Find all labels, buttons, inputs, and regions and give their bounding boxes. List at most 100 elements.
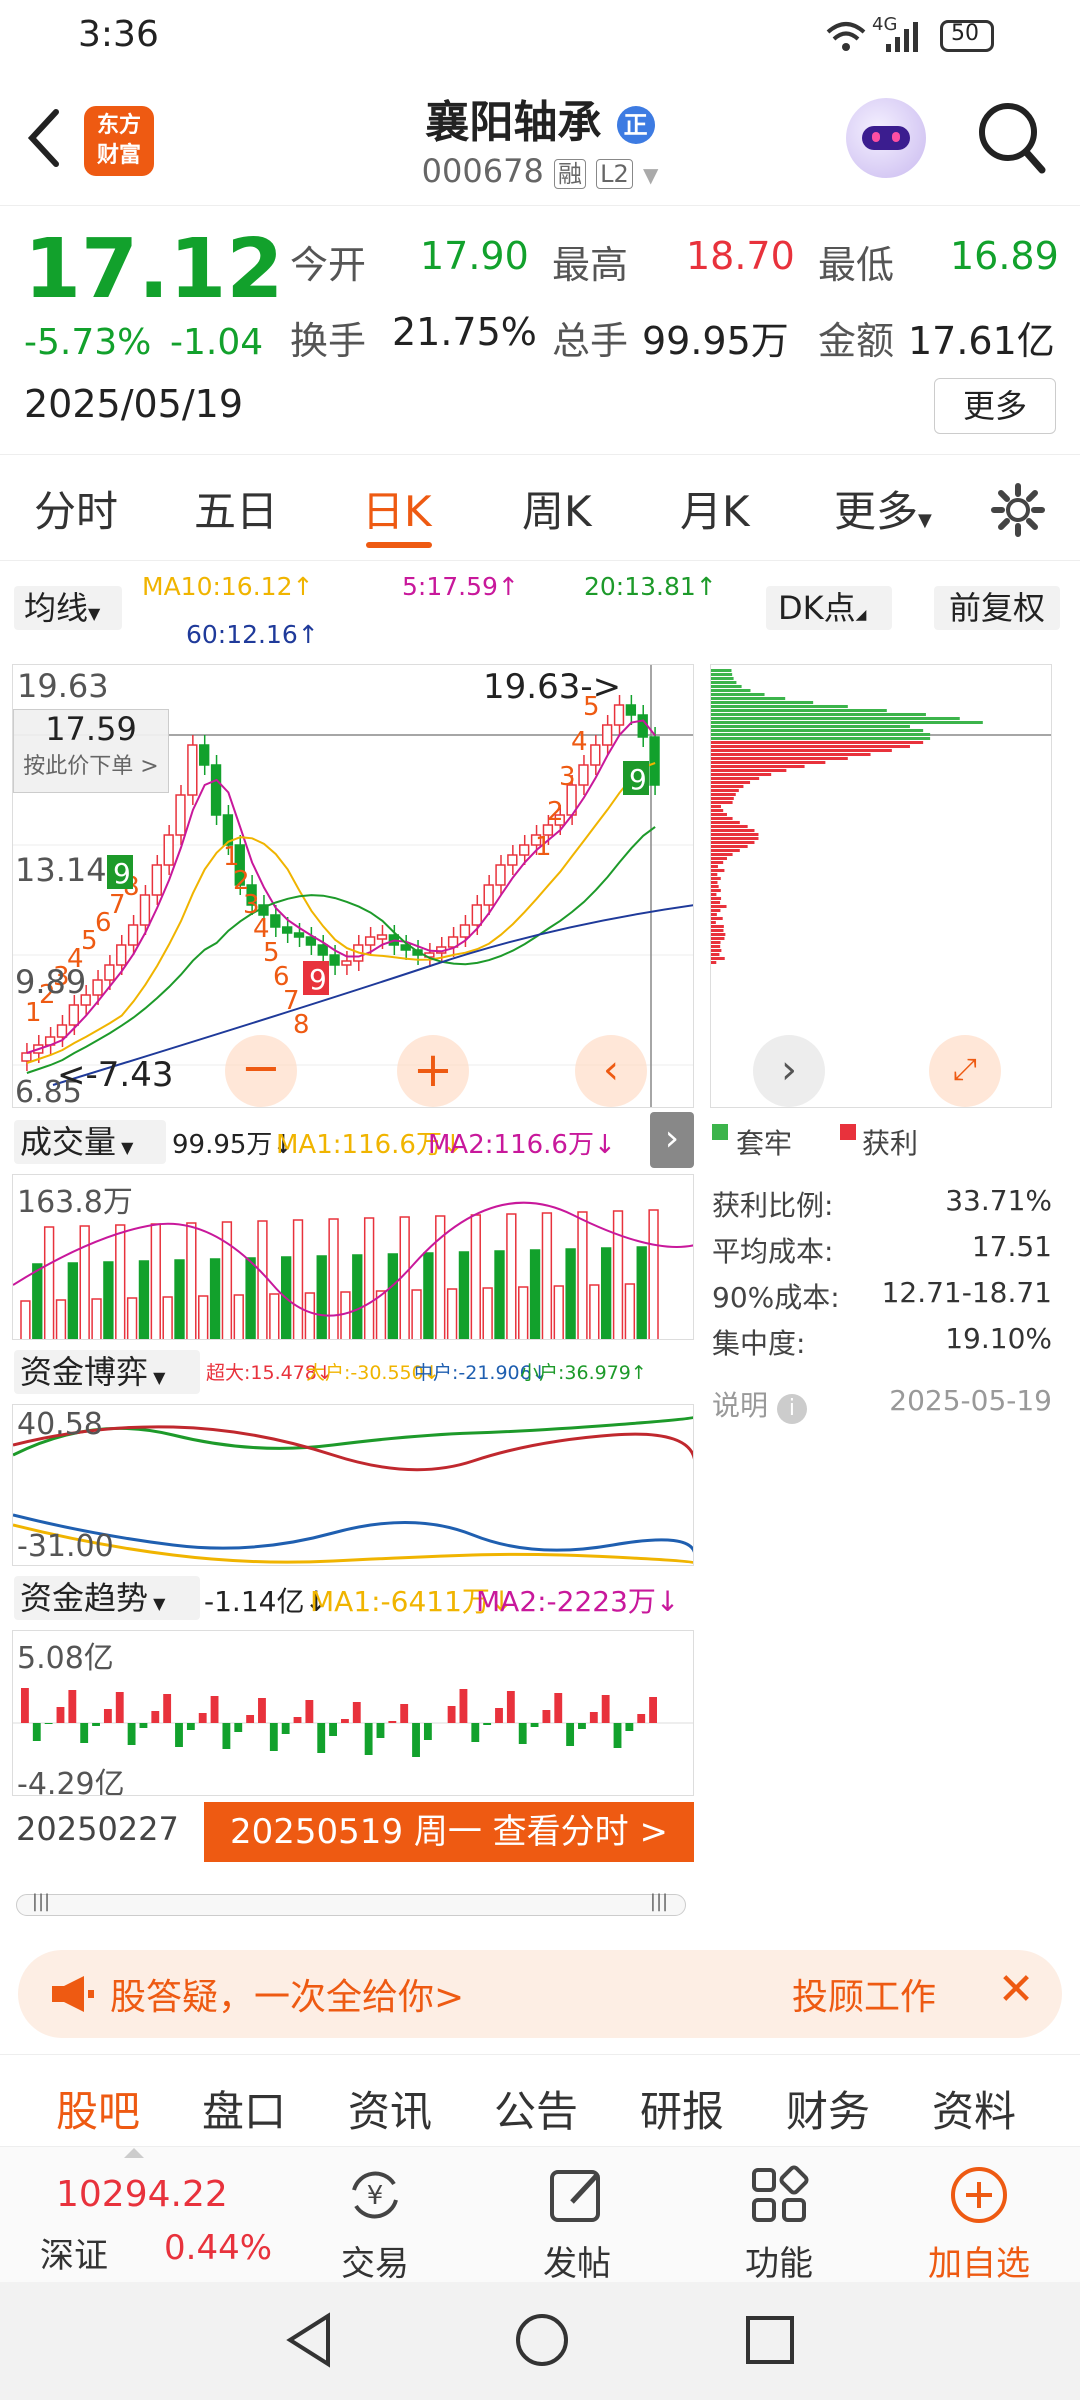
info-icon: i (777, 1394, 807, 1424)
post-button[interactable]: 发帖 (502, 2150, 652, 2290)
function-button[interactable]: 功能 (704, 2150, 854, 2290)
chip-bar (711, 713, 926, 716)
tab-research[interactable]: 研报 (640, 2078, 724, 2139)
chip-bar (711, 849, 740, 852)
fund-trend-bar (116, 1692, 124, 1723)
tab-more[interactable]: 更多▼ (834, 478, 932, 539)
chip-bar (711, 905, 727, 908)
tab-weekly-k[interactable]: 周K (522, 478, 592, 539)
tab-daily-k[interactable]: 日K (362, 478, 432, 539)
tab-active-indicator (366, 542, 432, 548)
expand-icon[interactable]: ⤢ (929, 1035, 1001, 1107)
tab-five-day[interactable]: 五日 (194, 478, 278, 539)
gear-icon[interactable] (990, 482, 1046, 538)
tab-monthly-k[interactable]: 月K (680, 478, 750, 539)
zoom-out-button[interactable]: − (225, 1035, 297, 1107)
chip-bar (711, 737, 930, 740)
candle-body (188, 745, 197, 795)
last-price: 17.12 (24, 222, 283, 317)
tab-profile[interactable]: 资料 (932, 2078, 1016, 2139)
nine-badge-text: 9 (629, 763, 647, 796)
home-circle-icon[interactable] (514, 2312, 570, 2368)
candle-body (22, 1053, 31, 1061)
tab-announcement[interactable]: 公告 (494, 2078, 578, 2139)
close-icon[interactable]: ✕ (986, 1960, 1046, 2020)
fund-trend-selector[interactable]: 资金趋势 ▼ (14, 1576, 200, 1620)
candle-body (330, 955, 339, 965)
battery-level: 50 (951, 21, 979, 46)
ma-selector[interactable]: 均线▼ (14, 586, 122, 630)
volume-bar (554, 1286, 563, 1340)
zoom-in-button[interactable]: + (397, 1035, 469, 1107)
recents-square-icon[interactable] (744, 2314, 796, 2366)
crosshair-price-tag[interactable]: 17.59 按此价下单 > (13, 709, 169, 793)
chip-bar (711, 721, 983, 724)
chip-bar (711, 777, 759, 780)
fund-trend-bar (104, 1709, 112, 1723)
tab-news[interactable]: 资讯 (348, 2078, 432, 2139)
robot-avatar-icon[interactable] (846, 98, 926, 178)
candle-body (58, 1025, 67, 1037)
chip-bar (711, 757, 848, 760)
volume-y-top: 163.8万 (17, 1177, 133, 1221)
more-quote-button[interactable]: 更多 (934, 378, 1056, 434)
caret-down-icon: ▼ (88, 604, 100, 623)
tab-finance[interactable]: 财务 (786, 2078, 870, 2139)
tab-guba[interactable]: 股吧 (56, 2078, 140, 2139)
fund-trend-bar (45, 1723, 53, 1724)
kline-chart[interactable]: 123456781234567854321999 19.63 13.14 9.8… (12, 664, 694, 1108)
chip-bar (711, 953, 719, 956)
scroll-left-button[interactable]: ‹ (575, 1035, 647, 1107)
volume-bar (637, 1247, 646, 1340)
tab-intraday[interactable]: 分时 (34, 478, 118, 539)
range-handle-left[interactable]: ||| (27, 1891, 55, 1919)
chip-note-row[interactable]: 说明 i 2025-05-19 (712, 1384, 1052, 1424)
volume-bar (211, 1259, 220, 1340)
fund-trend-chart[interactable]: 5.08亿 -4.29亿 (12, 1630, 694, 1796)
dk-point-selector[interactable]: DK点◢ (766, 586, 892, 630)
fund-trend-bar (234, 1723, 242, 1732)
volume-bar (222, 1222, 231, 1340)
fund-trend-bar (542, 1710, 550, 1723)
chip-next-button[interactable]: › (753, 1035, 825, 1107)
fund-game-chart[interactable]: 40.58 -31.00 (12, 1404, 694, 1566)
chip-distribution-chart[interactable]: › ⤢ (710, 664, 1052, 1108)
chip-bar (711, 793, 736, 796)
volume-bar (199, 1296, 208, 1340)
volume-chart[interactable]: 163.8万 (12, 1174, 694, 1340)
fund-trend-bar (329, 1723, 337, 1736)
fund-game-selector[interactable]: 资金博弈 ▼ (14, 1350, 200, 1394)
chip-bar (711, 717, 960, 720)
chip-bar (711, 809, 723, 812)
low-label: 最低 (818, 234, 894, 289)
tab-more-label: 更多 (834, 487, 918, 536)
volume-bar (649, 1210, 658, 1340)
caret-down-icon: ▼ (148, 1594, 165, 1613)
volume-selector[interactable]: 成交量 ▼ (14, 1120, 166, 1164)
chip-bar (711, 869, 724, 872)
promo-banner[interactable]: 股答疑，一次全给你> 投顾工作 ✕ (18, 1950, 1062, 2038)
range-scrollbar[interactable]: ||| ||| (16, 1894, 686, 1916)
fund-trend-bar (187, 1723, 195, 1730)
fund-trend-bar (246, 1715, 254, 1723)
fund-game-y-top: 40.58 (17, 1407, 103, 1442)
tab-pankou[interactable]: 盘口 (202, 2078, 286, 2139)
fund-trend-bar (424, 1723, 432, 1740)
add-watchlist-button[interactable]: 加自选 (904, 2150, 1054, 2290)
trade-button[interactable]: ¥ 交易 (300, 2150, 450, 2290)
fund-trend-bar (471, 1723, 479, 1742)
range-handle-right[interactable]: ||| (645, 1891, 673, 1919)
back-triangle-icon[interactable] (284, 2312, 334, 2368)
trade-label: 交易 (300, 2236, 450, 2285)
chip-bar (711, 705, 848, 708)
panel-toggle-button[interactable]: › (650, 1112, 694, 1168)
adjust-selector[interactable]: 前复权 (934, 586, 1060, 630)
index-value[interactable]: 10294.22 (56, 2174, 228, 2215)
fund-game-y-bottom: -31.00 (17, 1529, 114, 1564)
view-intraday-button[interactable]: 20250519 周一 查看分时 > (204, 1802, 694, 1862)
candle-body (69, 1005, 78, 1025)
chip-note-label: 说明 (712, 1389, 768, 1422)
chip-bar (711, 877, 721, 880)
candle-body (461, 925, 470, 937)
search-icon[interactable] (976, 100, 1048, 176)
